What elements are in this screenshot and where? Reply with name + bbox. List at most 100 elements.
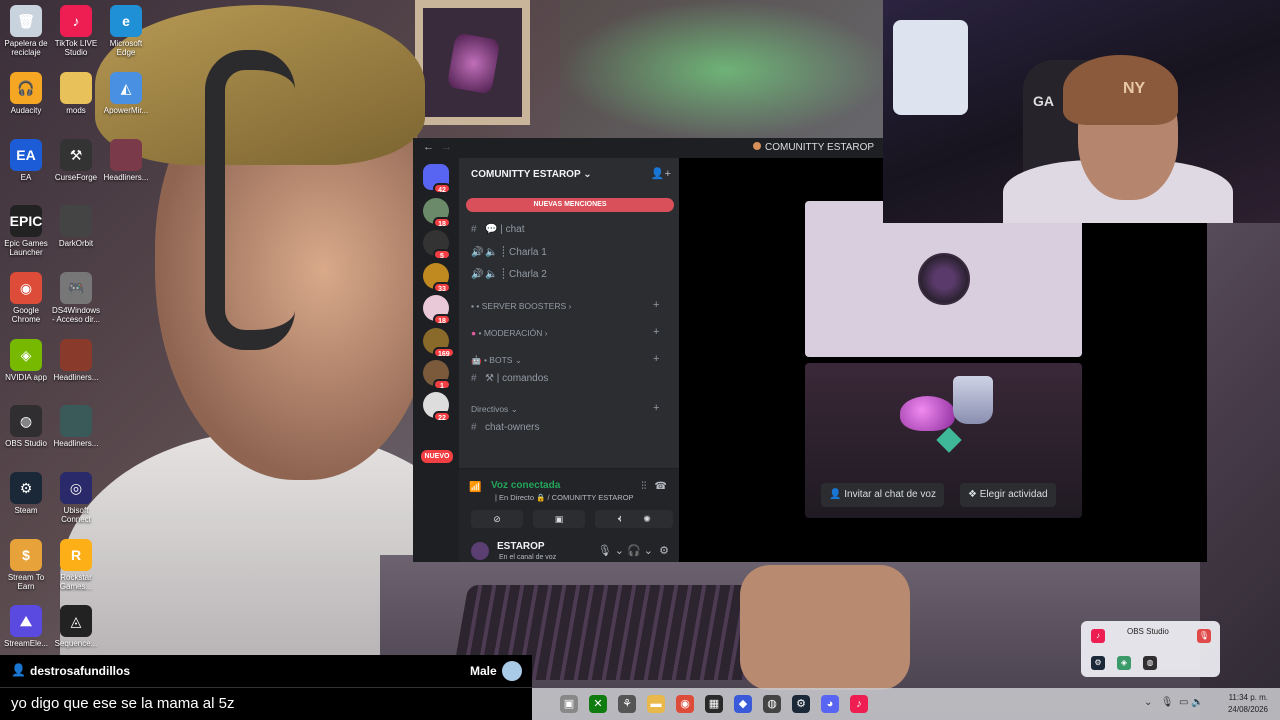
- camera-off-button[interactable]: ⊘: [471, 510, 523, 528]
- noise-suppression-icon[interactable]: ⫶⫶: [641, 481, 646, 492]
- app-tray-icon[interactable]: ◈: [1117, 656, 1131, 670]
- steam-tray-icon[interactable]: ⚙: [1091, 656, 1105, 670]
- desktop-shortcut[interactable]: R Rockstar Games...: [50, 539, 102, 591]
- add-channel-icon[interactable]: +: [653, 299, 659, 311]
- chevron-right-icon: ›: [568, 301, 572, 311]
- category-server-boosters[interactable]: ▪ • SERVER BOOSTERS › +: [471, 299, 659, 311]
- microphone-icon[interactable]: 🎙: [1161, 697, 1174, 708]
- trophy-illustration: [953, 376, 993, 424]
- desktop-shortcut[interactable]: Headliners...: [100, 139, 152, 182]
- desktop-shortcut[interactable]: 🎮 DS4Windows - Acceso dir...: [50, 272, 102, 324]
- desktop-shortcut[interactable]: EPIC Epic Games Launcher: [0, 205, 52, 257]
- wallpaper-hand-phone: [740, 565, 910, 690]
- clock-date: 24/08/2026: [1227, 705, 1268, 714]
- new-servers-badge[interactable]: NUEVO: [421, 450, 453, 463]
- voice-channel-detail[interactable]: | En Directo 🔒 / COMUNITTY ESTAROP: [495, 493, 634, 502]
- screen-share-button[interactable]: ▣: [533, 510, 585, 528]
- desktop-shortcut[interactable]: ◍ OBS Studio: [0, 405, 52, 448]
- text-channel-icon: #: [471, 422, 477, 433]
- forward-arrow-icon[interactable]: →: [441, 141, 452, 153]
- desktop-shortcut[interactable]: ◭ ApowerMir...: [100, 72, 152, 115]
- new-mentions-banner[interactable]: NUEVAS MENCIONES: [466, 198, 674, 212]
- channel-chat[interactable]: # 💬 | chat: [471, 224, 525, 235]
- channel-comandos[interactable]: # ⚒ | comandos: [471, 373, 548, 384]
- desktop-shortcut[interactable]: Headliners...: [50, 405, 102, 448]
- connection-signal-icon[interactable]: 📶: [469, 482, 481, 493]
- microphone-tray-icon[interactable]: 🎙: [1197, 629, 1211, 643]
- clock[interactable]: 11:34 p. m. 24/08/2026: [1228, 692, 1268, 716]
- desktop-shortcut[interactable]: EA EA: [0, 139, 52, 182]
- invite-to-voice-button[interactable]: 👤 Invitar al chat de voz: [821, 483, 944, 507]
- channel-label: chat-owners: [485, 422, 540, 433]
- category-directivos[interactable]: Directivos ⌄ +: [471, 402, 659, 415]
- tray-tooltip: OBS Studio: [1127, 627, 1169, 636]
- add-channel-icon[interactable]: +: [653, 402, 659, 414]
- chrome-icon[interactable]: ◉: [676, 695, 694, 713]
- avatar[interactable]: [471, 542, 489, 560]
- desktop-shortcut[interactable]: ♪ TikTok LIVE Studio: [50, 5, 102, 57]
- server-header[interactable]: COMUNITTY ESTAROP ⌄ 👤+: [459, 158, 679, 192]
- obs-tray-icon[interactable]: ◍: [1143, 656, 1157, 670]
- hanging-tshirt: [893, 20, 968, 115]
- edge-icon: e: [110, 5, 142, 37]
- steam-icon[interactable]: ⚙: [792, 695, 810, 713]
- channel-charla-2[interactable]: 🔊 🔈 ┊ Charla 2: [471, 269, 547, 280]
- network-icon[interactable]: ▭: [1179, 697, 1188, 708]
- window-server-name: COMUNITTY ESTAROP: [765, 142, 875, 153]
- desktop-shortcut[interactable]: ◉ Google Chrome: [0, 272, 52, 324]
- neon-sign: [560, 0, 890, 140]
- category-moderacion[interactable]: ● • MODERACIÓN › +: [471, 326, 659, 338]
- text-channel-icon: #: [471, 373, 477, 384]
- file-explorer-icon[interactable]: ▬: [647, 695, 665, 713]
- desktop-shortcut[interactable]: DarkOrbit: [50, 205, 102, 248]
- headliners-icon: [60, 339, 92, 371]
- obs-icon[interactable]: ◍: [763, 695, 781, 713]
- minecraft-icon[interactable]: ▦: [705, 695, 723, 713]
- desktop-shortcut[interactable]: $ Stream To Earn: [0, 539, 52, 591]
- desktop-shortcut[interactable]: e Microsoft Edge: [100, 5, 152, 57]
- desktop-shortcut[interactable]: ◬ Sequence...: [50, 605, 102, 648]
- microphone-icon[interactable]: 🎙: [598, 545, 612, 557]
- desktop-shortcut-label: Audacity: [10, 106, 42, 115]
- desktop-shortcut[interactable]: 🎧 Audacity: [0, 72, 52, 115]
- channel-charla-1[interactable]: 🔊 🔈 ┊ Charla 1: [471, 247, 547, 258]
- headphones-icon[interactable]: 🎧: [627, 545, 641, 557]
- desktop-shortcut[interactable]: ⚒ CurseForge: [50, 139, 102, 182]
- invite-people-icon[interactable]: 👤+: [651, 167, 671, 180]
- discord-icon[interactable]: ◕: [821, 695, 839, 713]
- desktop-shortcut[interactable]: ◎ Ubisoft Connect: [50, 472, 102, 524]
- disconnect-icon[interactable]: ☎: [655, 481, 667, 492]
- gear-icon[interactable]: ⚙: [659, 545, 669, 557]
- user-name[interactable]: ESTAROP: [497, 541, 545, 552]
- category-icon: ●: [471, 328, 477, 338]
- desktop-shortcut[interactable]: 🗑 Papelera de reciclaje: [0, 5, 52, 57]
- desktop-shortcut-label: CurseForge: [54, 173, 98, 182]
- speaker-icon[interactable]: 🔈: [1191, 697, 1203, 708]
- tiktok-tray-icon[interactable]: ♪: [1091, 629, 1105, 643]
- chevron-up-icon[interactable]: ⌄: [1144, 697, 1152, 708]
- xbox-icon[interactable]: ✕: [589, 695, 607, 713]
- app-icon[interactable]: ⚘: [618, 695, 636, 713]
- add-channel-icon[interactable]: +: [653, 353, 659, 365]
- desktop-shortcut[interactable]: ◈ NVIDIA app: [0, 339, 52, 382]
- desktop-shortcut[interactable]: ⛰ StreamEle...: [0, 605, 52, 648]
- webcam-overlay: GA NY: [883, 0, 1280, 223]
- tiktok-icon[interactable]: ♪: [850, 695, 868, 713]
- task-view-icon[interactable]: ▣: [560, 695, 578, 713]
- desktop-shortcut-label: Epic Games Launcher: [4, 239, 48, 257]
- channel-chat-owners[interactable]: # chat-owners: [471, 422, 539, 433]
- choose-activity-button[interactable]: ❖ Elegir actividad: [960, 483, 1056, 507]
- app-icon[interactable]: ◆: [734, 695, 752, 713]
- soundboard-button[interactable]: ✺: [621, 510, 673, 528]
- desktop-shortcut[interactable]: mods: [50, 72, 102, 115]
- text-channel-icon: #: [471, 224, 477, 235]
- desktop-shortcut-label: Microsoft Edge: [109, 39, 143, 57]
- desktop-shortcut[interactable]: Headliners...: [50, 339, 102, 382]
- category-bots[interactable]: 🤖 • BOTS ⌄ +: [471, 353, 659, 366]
- voice-status[interactable]: Voz conectada: [491, 480, 560, 491]
- back-arrow-icon[interactable]: ←: [423, 141, 434, 153]
- add-channel-icon[interactable]: +: [653, 326, 659, 338]
- desktop-shortcut[interactable]: ⚙ Steam: [0, 472, 52, 515]
- voice-participant-tile[interactable]: [805, 201, 1082, 357]
- epic-games-icon: EPIC: [10, 205, 42, 237]
